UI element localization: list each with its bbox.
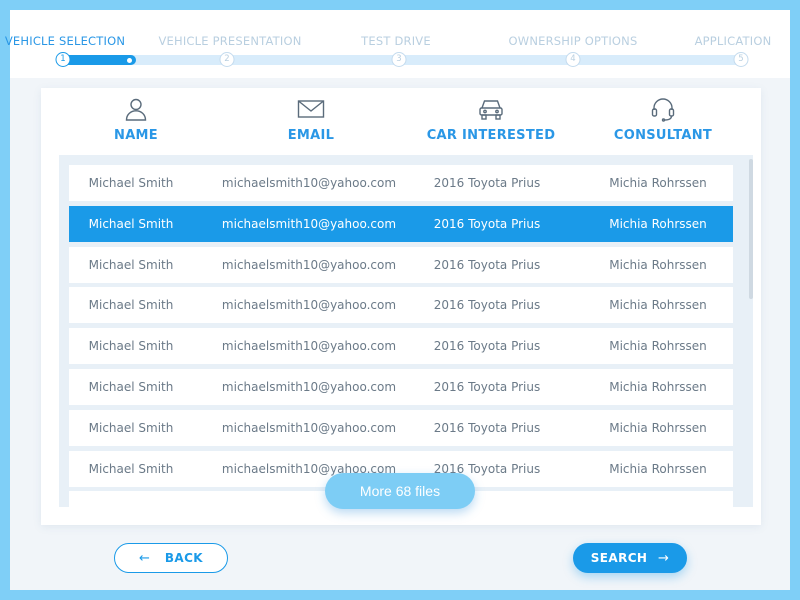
column-header-consultant[interactable]: CONSULTANT bbox=[588, 96, 738, 143]
app-frame: VEHICLE SELECTION VEHICLE PRESENTATION T… bbox=[5, 10, 790, 590]
cell-name: Michael Smith bbox=[88, 461, 174, 476]
back-label: BACK bbox=[164, 551, 203, 565]
column-email-label: EMAIL bbox=[287, 128, 335, 143]
step-test-drive[interactable]: TEST DRIVE bbox=[361, 34, 431, 48]
column-header-name[interactable]: NAME bbox=[61, 96, 211, 143]
table-row[interactable]: Michael Smith michaelsmith10@yahoo.com 201… bbox=[69, 409, 733, 446]
cell-car: 2016 Toyota Prius bbox=[433, 298, 541, 313]
column-header-car[interactable]: CAR INTERESTED bbox=[416, 96, 566, 143]
arrow-right-icon: → bbox=[657, 551, 670, 566]
cell-name: Michael Smith bbox=[88, 380, 174, 394]
column-car-label: CAR INTERESTED bbox=[426, 128, 556, 143]
back-button[interactable]: ← BACK bbox=[114, 543, 228, 573]
cell-consultant: Michia Rohrssen bbox=[609, 298, 707, 313]
cell-name: Michael Smith bbox=[88, 298, 174, 313]
search-button[interactable]: SEARCH → bbox=[573, 543, 687, 573]
more-files-button[interactable]: More 68 files bbox=[325, 473, 475, 509]
column-header-email[interactable]: EMAIL bbox=[236, 96, 386, 143]
cell-consultant: Michia Rohrssen bbox=[609, 216, 707, 231]
search-label: SEARCH bbox=[590, 551, 648, 565]
cell-consultant: Michia Rohrssen bbox=[609, 380, 707, 394]
step-marker-5[interactable]: 5 bbox=[733, 52, 749, 67]
car-icon bbox=[416, 96, 566, 122]
cell-consultant: Michia Rohrssen bbox=[609, 176, 707, 190]
cell-consultant: Michia Rohrssen bbox=[609, 420, 707, 435]
progress-fill bbox=[62, 55, 136, 65]
cell-consultant: Michia Rohrssen bbox=[609, 461, 707, 476]
column-name-label: NAME bbox=[114, 128, 158, 143]
cell-name: Michael Smith bbox=[88, 176, 174, 190]
cell-email: michaelsmith10@yahoo.com bbox=[221, 176, 397, 190]
step-application[interactable]: APPLICATION bbox=[695, 34, 772, 48]
scrollbar[interactable] bbox=[749, 159, 753, 299]
headset-icon bbox=[588, 96, 738, 122]
column-consultant-label: CONSULTANT bbox=[613, 128, 713, 143]
arrow-left-icon: ← bbox=[138, 551, 151, 566]
table-row[interactable]: Michael Smith michaelsmith10@yahoo.com 201… bbox=[69, 165, 733, 201]
step-ownership-options[interactable]: OWNERSHIP OPTIONS bbox=[509, 34, 638, 48]
step-marker-4[interactable]: 4 bbox=[565, 52, 581, 67]
cell-email: michaelsmith10@yahoo.com bbox=[221, 420, 397, 435]
cell-car: 2016 Toyota Prius bbox=[433, 216, 541, 231]
step-marker-3[interactable]: 3 bbox=[391, 52, 407, 67]
cell-name: Michael Smith bbox=[88, 257, 174, 272]
customer-list-card: NAME EMAIL CAR INTERESTED CONSULTANT Mic… bbox=[41, 88, 761, 525]
cell-car: 2016 Toyota Prius bbox=[433, 420, 541, 435]
step-marker-2[interactable]: 2 bbox=[219, 52, 235, 67]
table-row[interactable]: Michael Smith michaelsmith10@yahoo.com 201… bbox=[69, 246, 733, 283]
step-marker-1[interactable]: 1 bbox=[55, 52, 71, 67]
user-icon bbox=[61, 96, 211, 122]
table-row[interactable]: Michael Smith michaelsmith10@yahoo.com 201… bbox=[69, 287, 733, 324]
envelope-icon bbox=[236, 96, 386, 122]
progress-stepper: VEHICLE SELECTION VEHICLE PRESENTATION T… bbox=[5, 10, 790, 78]
progress-knob bbox=[127, 58, 132, 63]
cell-car: 2016 Toyota Prius bbox=[433, 176, 541, 190]
table-row[interactable]: Michael Smith michaelsmith10@yahoo.com 201… bbox=[69, 328, 733, 365]
table-row[interactable]: Michael Smith michaelsmith10@yahoo.com 201… bbox=[69, 369, 733, 405]
cell-email: michaelsmith10@yahoo.com bbox=[221, 257, 397, 272]
step-vehicle-presentation[interactable]: VEHICLE PRESENTATION bbox=[158, 34, 301, 48]
cell-car: 2016 Toyota Prius bbox=[433, 339, 541, 354]
cell-car: 2016 Toyota Prius bbox=[433, 257, 541, 272]
cell-email: michaelsmith10@yahoo.com bbox=[221, 298, 397, 313]
table-body[interactable]: Michael Smith michaelsmith10@yahoo.com 201… bbox=[59, 155, 753, 507]
table-row[interactable]: Michael Smith michaelsmith10@yahoo.com 201… bbox=[69, 205, 733, 242]
cell-email: michaelsmith10@yahoo.com bbox=[221, 339, 397, 354]
cell-car: 2016 Toyota Prius bbox=[433, 380, 541, 394]
cell-name: Michael Smith bbox=[88, 420, 174, 435]
step-vehicle-selection[interactable]: VEHICLE SELECTION bbox=[5, 34, 125, 48]
cell-name: Michael Smith bbox=[88, 216, 174, 231]
cell-consultant: Michia Rohrssen bbox=[609, 339, 707, 354]
cell-email: michaelsmith10@yahoo.com bbox=[221, 380, 397, 394]
cell-consultant: Michia Rohrssen bbox=[609, 257, 707, 272]
cell-email: michaelsmith10@yahoo.com bbox=[221, 216, 397, 231]
cell-name: Michael Smith bbox=[88, 339, 174, 354]
